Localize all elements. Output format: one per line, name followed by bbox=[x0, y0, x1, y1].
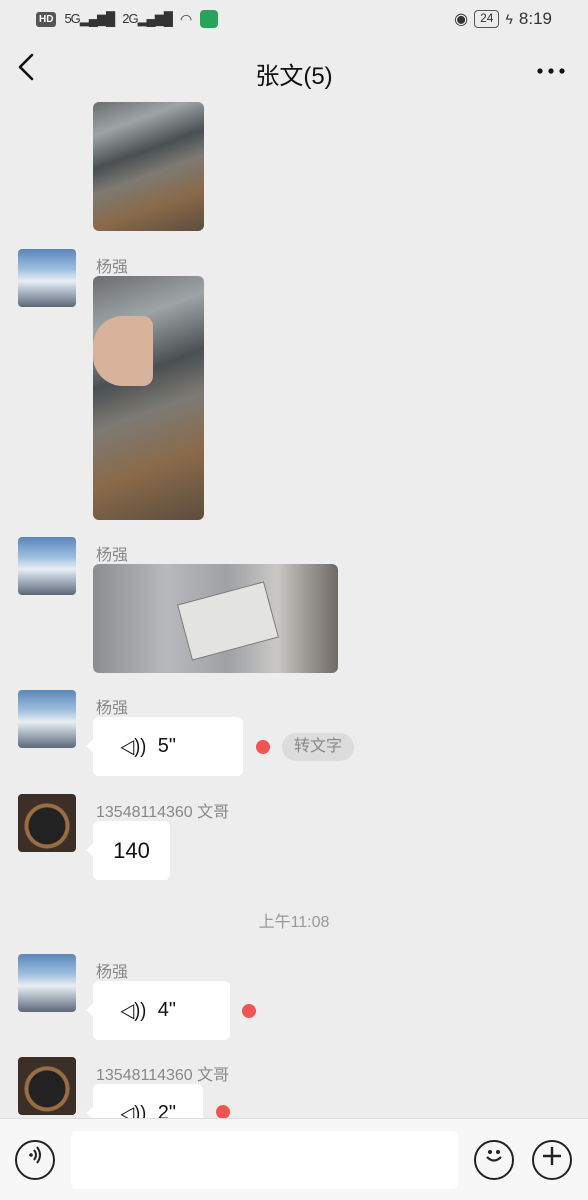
unread-dot bbox=[242, 1004, 256, 1018]
emoji-icon[interactable] bbox=[474, 1140, 514, 1180]
sender-avatar[interactable] bbox=[18, 1057, 76, 1115]
chat-title: 张文(5) bbox=[255, 63, 333, 90]
voice-wave-icon: ◁)) bbox=[120, 736, 147, 758]
sender-avatar[interactable] bbox=[18, 794, 76, 852]
battery-icon: 24 bbox=[474, 10, 500, 28]
connector-photo[interactable] bbox=[93, 276, 204, 520]
nameplate-photo[interactable] bbox=[93, 564, 338, 673]
sender-name: 13548114360 文哥 bbox=[96, 1067, 230, 1084]
voice-bubble[interactable]: ◁)) 5" bbox=[86, 717, 243, 776]
sim2-label: 2G bbox=[122, 11, 138, 26]
convert-to-text-button[interactable]: 转文字 bbox=[282, 733, 355, 761]
app-notification-icon bbox=[200, 10, 219, 28]
unread-dot bbox=[256, 740, 270, 754]
sender-name: 13548114360 文哥 bbox=[96, 804, 230, 821]
engine-photo[interactable] bbox=[93, 102, 204, 231]
voice-bubble[interactable]: ◁)) 4" bbox=[86, 981, 230, 1040]
sender-avatar[interactable] bbox=[18, 690, 76, 748]
voice-wave-icon: ◁)) bbox=[120, 1000, 147, 1022]
message-timestamp: 上午11:08 bbox=[258, 914, 330, 931]
sender-avatar[interactable] bbox=[18, 249, 76, 307]
sender-avatar[interactable] bbox=[18, 954, 76, 1012]
chat-header: 张文(5) bbox=[0, 40, 588, 102]
hand-shape bbox=[93, 316, 153, 386]
more-options-icon[interactable] bbox=[536, 54, 566, 96]
signal-2g-icon: 2G▂▄▆█ bbox=[122, 11, 173, 26]
voice-duration: 5" bbox=[157, 735, 176, 757]
eye-comfort-icon: ◉ bbox=[454, 11, 469, 28]
voice-duration: 4" bbox=[157, 999, 176, 1021]
plus-icon[interactable] bbox=[532, 1140, 572, 1180]
voice-duration: 2" bbox=[157, 1102, 176, 1118]
sender-name: 杨强 bbox=[96, 964, 129, 981]
charging-icon: ϟ bbox=[505, 11, 513, 27]
status-bar: HD 5G▂▄▆█ 2G▂▄▆█ ◠ ◉ 24 ϟ 8:19 bbox=[0, 0, 588, 40]
input-bar bbox=[0, 1118, 588, 1200]
sender-name: 杨强 bbox=[96, 700, 129, 717]
voice-toggle-icon[interactable] bbox=[15, 1140, 55, 1180]
signal-5g-icon: 5G▂▄▆█ bbox=[64, 11, 115, 26]
unread-dot bbox=[216, 1105, 230, 1118]
vehicle-nameplate bbox=[177, 581, 279, 661]
sender-name: 杨强 bbox=[96, 547, 129, 564]
message-input[interactable] bbox=[71, 1131, 458, 1189]
message-text: 140 bbox=[113, 837, 150, 863]
sender-avatar[interactable] bbox=[18, 537, 76, 595]
text-bubble[interactable]: 140 bbox=[86, 821, 170, 880]
sender-name: 杨强 bbox=[96, 259, 129, 276]
voice-bubble[interactable]: ◁)) 2" bbox=[86, 1084, 203, 1118]
sim1-label: 5G bbox=[64, 11, 80, 26]
clock: 8:19 bbox=[518, 9, 552, 28]
hd-badge: HD bbox=[36, 11, 57, 27]
wifi-icon: ◠ bbox=[179, 10, 193, 27]
message-list[interactable]: 杨强 杨强 杨强 ◁)) 5" 转文字 13548114360 文哥 140 上… bbox=[0, 102, 588, 1118]
voice-wave-icon: ◁)) bbox=[120, 1103, 147, 1118]
